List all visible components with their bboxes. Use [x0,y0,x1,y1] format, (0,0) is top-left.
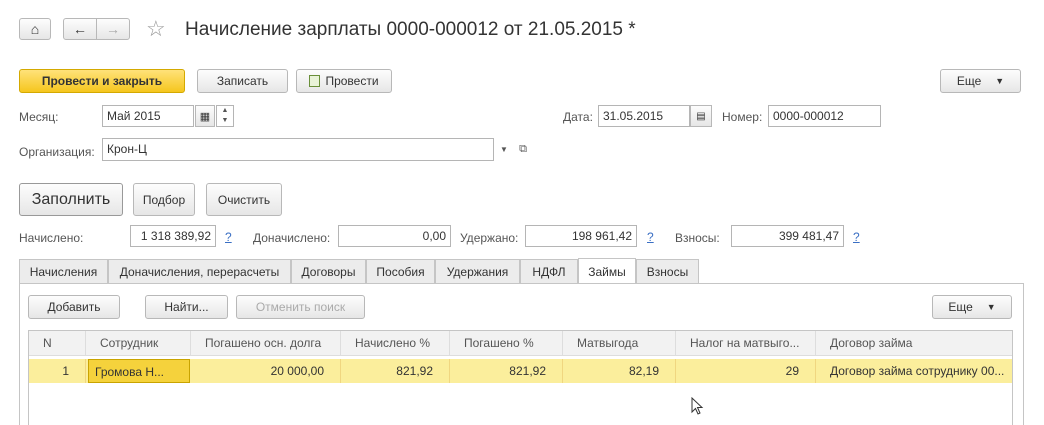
number-label: Номер: [722,110,763,124]
cell-benefit-tax[interactable]: 29 [676,359,816,383]
table-more-button[interactable]: Еще ▼ [932,295,1012,319]
cell-n[interactable]: 1 [29,359,86,383]
forward-arrow-icon: → [106,21,120,37]
contributions-label: Взносы: [675,231,720,245]
post-button-label: Провести [325,74,379,88]
home-button[interactable]: ⌂ [19,18,51,40]
contributions-field[interactable]: 399 481,47 [731,225,844,247]
col-header-benefit-tax[interactable]: Налог на матвыго... [676,331,816,355]
accrued-field[interactable]: 1 318 389,92 [130,225,216,247]
favorite-star-icon[interactable]: ☆ [146,17,166,41]
post-button[interactable]: Провести [296,69,392,93]
organization-label: Организация: [19,145,95,159]
calendar-icon[interactable]: ▤ [690,105,712,127]
page-title: Начисление зарплаты 0000-000012 от 21.05… [185,19,636,40]
tab-ndfl[interactable]: НДФЛ [520,259,578,283]
cell-interest-accrued[interactable]: 821,92 [341,359,450,383]
dropdown-arrow-icon: ▼ [995,76,1005,86]
cell-employee[interactable]: Громова Н... [88,359,190,383]
extra-accrued-label: Доначислено: [253,231,331,245]
organization-dropdown-icon[interactable]: ▼ [496,138,512,161]
cell-interest-repaid[interactable]: 821,92 [450,359,563,383]
date-label: Дата: [563,110,593,124]
col-header-principal-repaid[interactable]: Погашено осн. долга [191,331,341,355]
cancel-search-button[interactable]: Отменить поиск [236,295,365,319]
accrued-label: Начислено: [19,231,84,245]
dropdown-arrow-icon: ▼ [986,302,996,312]
month-label: Месяц: [19,110,59,124]
tab-contributions[interactable]: Взносы [636,259,699,283]
withheld-help-icon[interactable]: ? [647,230,654,244]
number-field[interactable]: 0000-000012 [768,105,881,127]
col-header-interest-accrued[interactable]: Начислено % [341,331,450,355]
col-header-n[interactable]: N [29,331,86,355]
cell-principal-repaid[interactable]: 20 000,00 [191,359,341,383]
select-button[interactable]: Подбор [133,183,195,216]
tab-contracts[interactable]: Договоры [291,259,366,283]
col-header-interest-repaid[interactable]: Погашено % [450,331,563,355]
month-field[interactable]: Май 2015 [102,105,194,127]
date-field[interactable]: 31.05.2015 [598,105,690,127]
post-document-icon [309,75,321,87]
tab-accruals[interactable]: Начисления [19,259,108,283]
more-button-label: Еще [956,74,982,88]
more-button[interactable]: Еще ▼ [940,69,1021,93]
col-header-loan-contract[interactable]: Договор займа [816,331,1012,355]
table-more-label: Еще [948,300,973,314]
tab-benefits[interactable]: Пособия [366,259,435,283]
find-button[interactable]: Найти... [145,295,228,319]
col-header-benefit[interactable]: Матвыгода [563,331,676,355]
cell-loan-contract[interactable]: Договор займа сотруднику 00... [816,359,1012,383]
forward-button[interactable]: → [96,18,130,40]
extra-accrued-field[interactable]: 0,00 [338,225,451,247]
fill-button[interactable]: Заполнить [19,183,123,216]
col-header-employee[interactable]: Сотрудник [86,331,191,355]
organization-field[interactable]: Крон-Ц [102,138,494,161]
save-button[interactable]: Записать [197,69,288,93]
month-select-icon[interactable]: ▦ [195,105,215,127]
mouse-cursor-icon [691,397,704,415]
cell-benefit[interactable]: 82,19 [563,359,676,383]
withheld-label: Удержано: [460,231,519,245]
back-button[interactable]: ← [63,18,97,40]
add-button[interactable]: Добавить [28,295,120,319]
contributions-help-icon[interactable]: ? [853,230,860,244]
tab-extra-accruals[interactable]: Доначисления, перерасчеты [108,259,291,283]
organization-open-icon[interactable]: ⧉ [514,138,532,161]
tab-withholdings[interactable]: Удержания [435,259,520,283]
tab-loans[interactable]: Займы [578,258,636,284]
month-stepper[interactable]: ▲ ▼ [216,105,234,127]
post-and-close-button[interactable]: Провести и закрыть [19,69,185,93]
clear-button[interactable]: Очистить [206,183,282,216]
home-icon: ⌂ [30,21,40,37]
back-arrow-icon: ← [73,21,87,37]
withheld-field[interactable]: 198 961,42 [525,225,637,247]
accrued-help-icon[interactable]: ? [225,230,232,244]
